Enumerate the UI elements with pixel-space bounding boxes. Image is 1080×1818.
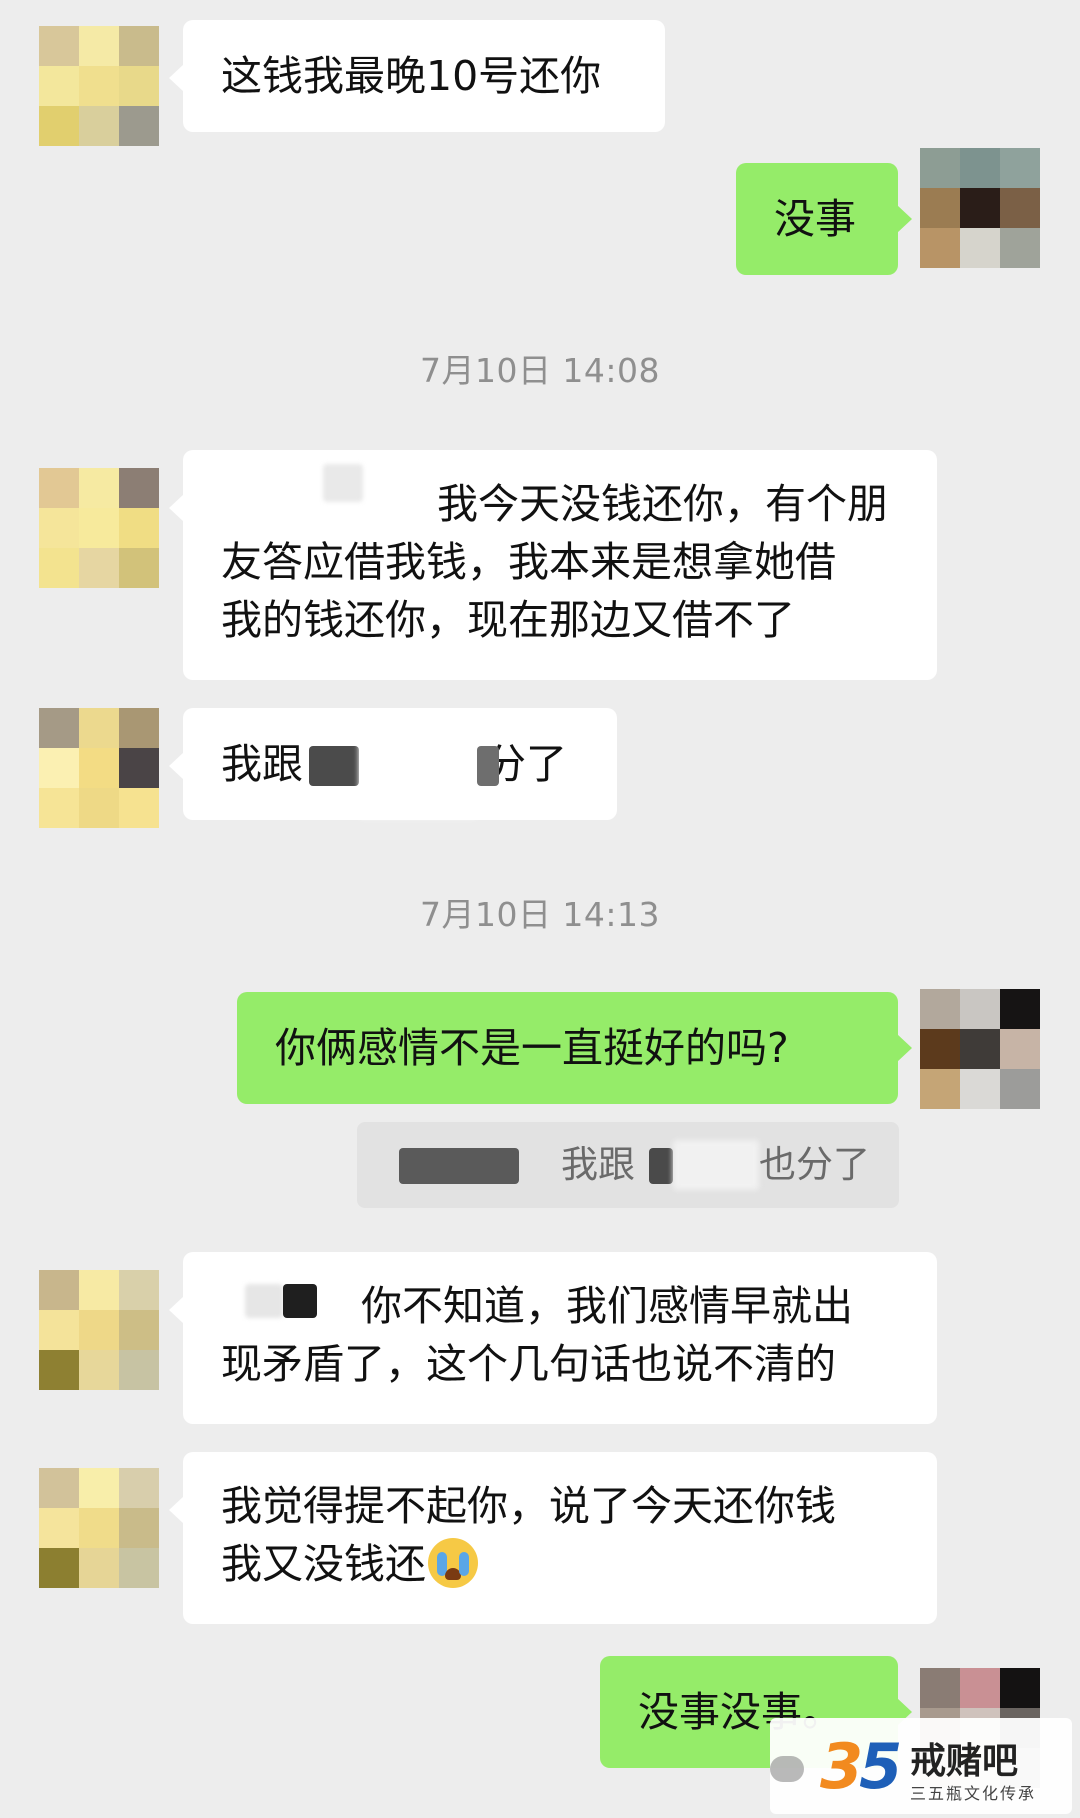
redaction-mask (399, 1148, 519, 1184)
redaction-mask (477, 746, 499, 786)
redaction-mask (359, 728, 477, 818)
quoted-text-suffix: 也分了 (759, 1143, 870, 1186)
redaction-mask (649, 1148, 673, 1184)
message-bubble-outgoing[interactable]: 你俩感情不是一直挺好的吗? (237, 992, 912, 1104)
message-bubble-incoming[interactable]: 你不知道，我们感情早就出 现矛盾了，这个几句话也说不清的 (169, 1252, 937, 1424)
timestamp: 7月10日 14:08 (419, 351, 661, 390)
emoji-mouth (445, 1568, 461, 1580)
watermark-digit-5: 5 (859, 1730, 902, 1803)
redaction-mask (323, 464, 363, 502)
redaction-mask (673, 1140, 759, 1190)
watermark-logo: 35 戒赌吧 三五瓶文化传承 (770, 1718, 1072, 1814)
message-text: 你俩感情不是一直挺好的吗? (275, 1024, 789, 1072)
watermark-subtitle: 三五瓶文化传承 (910, 1784, 1037, 1803)
message-text: 这钱我最晚10号还你 (221, 52, 602, 100)
message-bubble-incoming[interactable]: 我跟 分了 (169, 708, 617, 820)
message-text-prefix: 我跟 (221, 740, 303, 788)
message-bubble-incoming[interactable]: 我今天没钱还你，有个朋 友答应借我钱，我本来是想拿她借 我的钱还你，现在那边又借… (169, 450, 937, 680)
message-bubble-outgoing[interactable]: 没事 (736, 163, 912, 275)
quoted-message[interactable]: 我跟 也分了 (357, 1122, 899, 1208)
chat-conversation: 这钱我最晚10号还你 没事 7月10日 14:08 我今天没钱还你，有个朋 友答… (0, 0, 1080, 1818)
message-text: 友答应借我钱，我本来是想拿她借 (221, 538, 836, 586)
watermark-digit-3: 3 (820, 1730, 863, 1803)
redaction-mask (283, 1284, 317, 1318)
contact-avatar[interactable] (39, 26, 159, 146)
message-text: 我又没钱还 (221, 1535, 899, 1593)
message-text: 我的钱还你，现在那边又借不了 (221, 596, 795, 644)
timestamp: 7月10日 14:13 (419, 895, 661, 934)
contact-avatar[interactable] (39, 1270, 159, 1390)
message-bubble-incoming[interactable]: 我觉得提不起你，说了今天还你钱 我又没钱还 (169, 1452, 937, 1624)
wechat-icon (770, 1756, 804, 1782)
message-text: 没事 (774, 195, 856, 243)
quoted-text-prefix: 我跟 (561, 1143, 635, 1186)
watermark-number: 35 (820, 1730, 902, 1803)
redaction-mask (309, 746, 359, 786)
loudly-crying-face-icon (428, 1538, 478, 1588)
contact-avatar[interactable] (39, 468, 159, 588)
redaction-mask (245, 1284, 283, 1318)
message-text: 现矛盾了，这个几句话也说不清的 (221, 1340, 836, 1388)
message-bubble-incoming[interactable]: 这钱我最晚10号还你 (169, 20, 665, 132)
contact-avatar[interactable] (39, 1468, 159, 1588)
self-avatar[interactable] (920, 989, 1040, 1109)
message-text: 我觉得提不起你，说了今天还你钱 (221, 1482, 836, 1530)
self-avatar[interactable] (920, 148, 1040, 268)
contact-avatar[interactable] (39, 708, 159, 828)
message-text-part: 我又没钱还 (221, 1540, 426, 1588)
watermark-title: 戒赌吧 (910, 1741, 1019, 1782)
